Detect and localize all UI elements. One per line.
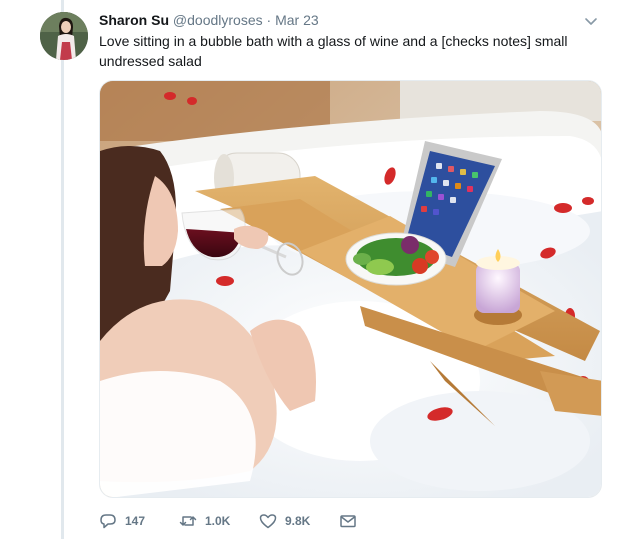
like-count: 9.8K (285, 514, 311, 528)
reply-icon (100, 514, 116, 529)
avatar[interactable] (40, 12, 88, 60)
retweet-button[interactable]: 1.0K (179, 512, 259, 530)
separator-dot: · (266, 12, 272, 28)
thread-line (61, 0, 64, 539)
reply-count: 147 (125, 514, 146, 528)
tweet-actions: 147 1.0K 9.8K (99, 511, 365, 531)
tweet-text: Love sitting in a bubble bath with a gla… (99, 33, 568, 69)
retweet-icon (179, 516, 197, 526)
direct-message-button[interactable] (339, 512, 365, 530)
tweet-date[interactable]: Mar 23 (275, 12, 319, 28)
author-name[interactable]: Sharon Su (99, 12, 169, 28)
tweet-header: Sharon Su @doodlyroses · Mar 23 (99, 11, 319, 29)
avatar-image (40, 12, 88, 60)
retweet-count: 1.0K (205, 514, 231, 528)
envelope-icon (340, 515, 356, 528)
bath-photo (100, 81, 601, 497)
chevron-down-icon[interactable] (582, 12, 600, 30)
like-button[interactable]: 9.8K (259, 512, 339, 530)
reply-button[interactable]: 147 (99, 512, 179, 530)
heart-icon (259, 514, 277, 529)
author-handle[interactable]: @doodlyroses (173, 12, 263, 28)
tweet-media-image[interactable] (99, 80, 602, 498)
